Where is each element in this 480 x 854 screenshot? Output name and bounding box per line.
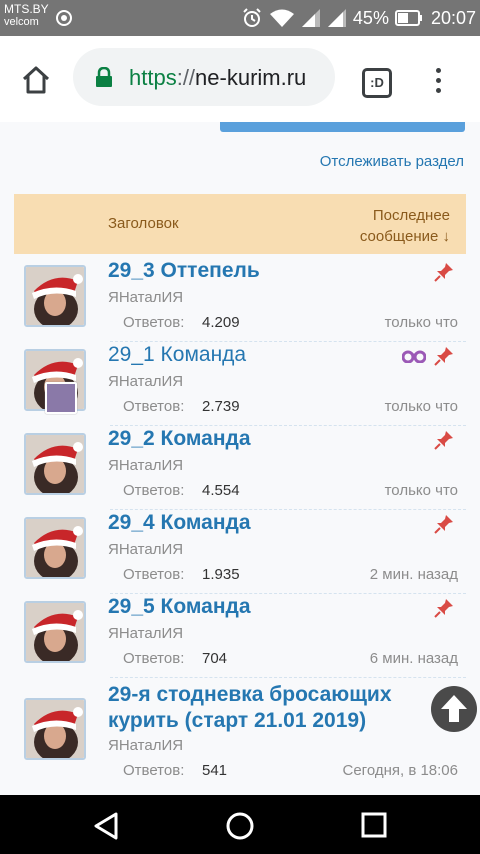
replies-label: Ответов: xyxy=(123,314,185,331)
browser-toolbar: https://ne-kurim.ru :D xyxy=(0,36,480,122)
thread-title[interactable]: 29-я стодневка бросающих курить (старт 2… xyxy=(108,682,438,734)
thread-author[interactable]: ЯНаталИЯ xyxy=(108,737,183,754)
thread-list-header: Заголовок Последнее сообщение ↓ xyxy=(14,194,466,254)
watch-icon xyxy=(402,350,426,363)
thread-row: 29_2 Команда ЯНаталИЯ Ответов: 4.554 тол… xyxy=(14,426,466,510)
thread-author[interactable]: ЯНаталИЯ xyxy=(108,457,183,474)
thread-author[interactable]: ЯНаталИЯ xyxy=(108,373,183,390)
pin-icon xyxy=(434,263,453,282)
replies-label: Ответов: xyxy=(123,650,185,667)
header-last-line2: сообщение ↓ xyxy=(359,228,450,245)
recents-icon[interactable] xyxy=(360,811,388,839)
last-post-time[interactable]: только что xyxy=(385,314,458,331)
avatar-image xyxy=(26,700,84,758)
page-content: Отслеживать раздел Заголовок Последнее с… xyxy=(0,122,480,795)
url-text: https://ne-kurim.ru xyxy=(129,65,306,91)
thread-row: 29_3 Оттепель ЯНаталИЯ Ответов: 4.209 то… xyxy=(14,258,466,342)
pin-icon xyxy=(434,515,453,534)
thread-row: 29_4 Команда ЯНаталИЯ Ответов: 1.935 2 м… xyxy=(14,510,466,594)
thread-title[interactable]: 29_4 Команда xyxy=(108,511,251,535)
wifi-icon xyxy=(269,9,294,27)
replies-label: Ответов: xyxy=(123,482,185,499)
replies-count: 704 xyxy=(202,650,228,667)
thread-author[interactable]: ЯНаталИЯ xyxy=(108,625,183,642)
last-poster-avatar[interactable] xyxy=(45,382,77,414)
alarm-icon xyxy=(243,8,261,27)
thread-title[interactable]: 29_1 Команда xyxy=(108,343,246,367)
carrier-main: MTS.BY xyxy=(4,2,49,16)
thread-author[interactable]: ЯНаталИЯ xyxy=(108,541,183,558)
home-icon[interactable] xyxy=(20,64,52,96)
pin-icon xyxy=(434,599,453,618)
url-host: ne-kurim.ru xyxy=(195,65,307,90)
header-last-post-column[interactable]: Последнее сообщение ↓ xyxy=(360,205,450,247)
replies-count: 541 xyxy=(202,762,228,779)
thread-row: 29_5 Команда ЯНаталИЯ Ответов: 704 6 мин… xyxy=(14,594,466,678)
carrier-label: MTS.BY velcom xyxy=(4,3,49,29)
pin-icon xyxy=(434,347,453,366)
thread-title[interactable]: 29_2 Команда xyxy=(108,427,251,451)
last-post-time[interactable]: Сегодня, в 18:06 xyxy=(343,762,459,779)
avatar-image xyxy=(26,603,84,661)
tab-switcher-button[interactable]: :D xyxy=(362,68,392,98)
arrow-up-icon xyxy=(441,695,467,722)
scroll-top-button[interactable] xyxy=(431,686,477,732)
avatar[interactable] xyxy=(24,517,86,579)
pin-icon xyxy=(434,431,453,450)
thread-row: 29-я стодневка бросающих курить (старт 2… xyxy=(14,678,466,788)
watch-section-link[interactable]: Отслеживать раздел xyxy=(320,153,464,170)
thread-title[interactable]: 29_3 Оттепель xyxy=(108,259,260,283)
replies-label: Ответов: xyxy=(123,566,185,583)
avatar[interactable] xyxy=(24,698,86,760)
thread-row: 29_1 Команда ЯНаталИЯ Ответов: 2.739 тол… xyxy=(14,342,466,426)
url-separator: :// xyxy=(176,65,196,90)
replies-label: Ответов: xyxy=(123,762,185,779)
more-menu-icon[interactable] xyxy=(428,66,448,96)
back-icon[interactable] xyxy=(91,811,121,841)
header-title-column[interactable]: Заголовок xyxy=(108,215,179,232)
signal-icon-1 xyxy=(301,9,320,27)
url-scheme: https xyxy=(129,65,177,90)
create-thread-button[interactable] xyxy=(220,122,465,132)
replies-count: 4.554 xyxy=(202,482,240,499)
lock-icon xyxy=(96,67,112,87)
avatar-image xyxy=(26,267,84,325)
replies-label: Ответов: xyxy=(123,398,185,415)
replies-count: 4.209 xyxy=(202,314,240,331)
last-post-time[interactable]: 6 мин. назад xyxy=(370,650,458,667)
last-post-time[interactable]: только что xyxy=(385,398,458,415)
header-last-line1: Последнее xyxy=(372,207,450,224)
replies-count: 1.935 xyxy=(202,566,240,583)
android-nav-bar xyxy=(0,795,480,854)
last-post-time[interactable]: 2 мин. назад xyxy=(370,566,458,583)
last-post-time[interactable]: только что xyxy=(385,482,458,499)
address-bar[interactable]: https://ne-kurim.ru xyxy=(73,48,335,106)
thread-author[interactable]: ЯНаталИЯ xyxy=(108,289,183,306)
thread-title[interactable]: 29_5 Команда xyxy=(108,595,251,619)
avatar[interactable] xyxy=(24,265,86,327)
carrier-sub: velcom xyxy=(4,16,39,28)
clock: 20:07 xyxy=(430,7,476,28)
avatar-image xyxy=(26,435,84,493)
signal-icon-2 xyxy=(327,9,346,27)
replies-count: 2.739 xyxy=(202,398,240,415)
battery-icon xyxy=(394,10,422,26)
avatar[interactable] xyxy=(24,601,86,663)
battery-percent: 45% xyxy=(352,7,389,28)
cast-icon xyxy=(56,10,72,26)
avatar[interactable] xyxy=(24,433,86,495)
home-nav-icon[interactable] xyxy=(225,811,255,841)
status-bar: MTS.BY velcom 45% 20:07 xyxy=(0,0,480,36)
avatar-image xyxy=(26,519,84,577)
